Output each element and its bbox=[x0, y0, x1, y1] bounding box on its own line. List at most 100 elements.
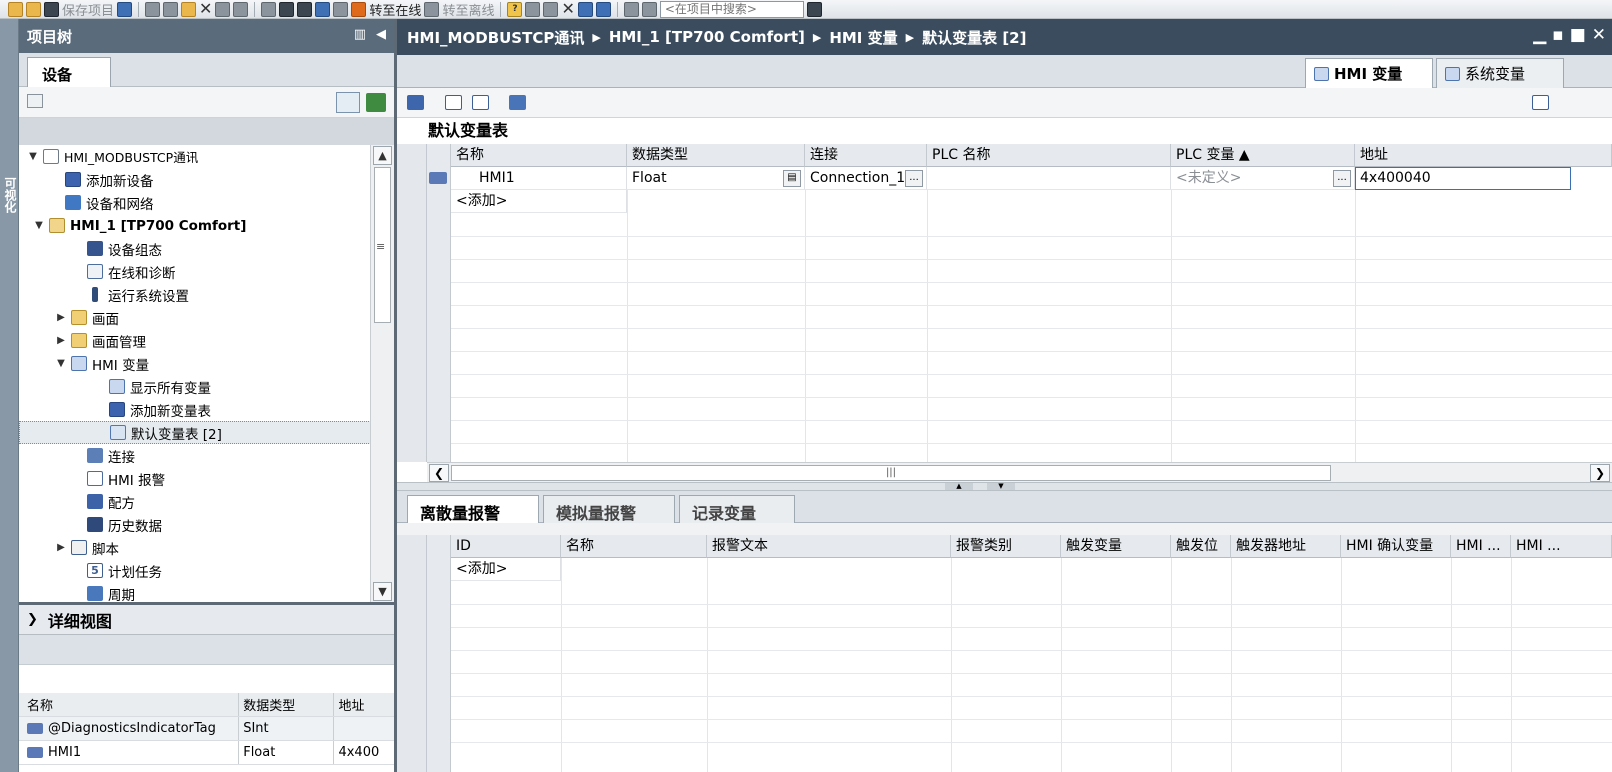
splitter-down-icon[interactable]: ▼ bbox=[987, 483, 1015, 490]
tree-item[interactable]: 默认变量表 [2] bbox=[19, 421, 371, 444]
tree-vertical-scrollbar[interactable]: ▲ ≡ ▼ bbox=[370, 145, 394, 602]
compare-icon[interactable] bbox=[543, 1, 559, 17]
table-row[interactable]: HMI1 Float ▤ Connection_1 ... <未定义> ... … bbox=[397, 167, 1612, 190]
start-simulation-icon[interactable] bbox=[333, 1, 349, 17]
overview-view-icon[interactable] bbox=[336, 92, 360, 113]
minimize-icon[interactable]: ▁ bbox=[1533, 25, 1546, 45]
col-plc-tag[interactable]: PLC 变量 ▲ bbox=[1171, 144, 1355, 167]
maximize-area-icon[interactable] bbox=[623, 1, 639, 17]
print-icon[interactable] bbox=[117, 1, 133, 17]
details-col-type[interactable]: 数据类型 bbox=[239, 693, 335, 716]
close-icon[interactable]: ✕ bbox=[1592, 25, 1606, 45]
scroll-down-icon[interactable]: ▼ bbox=[373, 582, 392, 601]
connection-browse-button[interactable]: ... bbox=[905, 170, 923, 187]
col-trigger-bit[interactable]: 触发位 bbox=[1171, 535, 1231, 558]
cell-data-type[interactable]: Float bbox=[627, 167, 805, 190]
cell-plc-tag[interactable]: <未定义> bbox=[1171, 167, 1355, 190]
copy-icon[interactable] bbox=[163, 1, 179, 17]
tree-item[interactable]: ▶ 画面管理 bbox=[19, 329, 371, 352]
tree-item[interactable]: 周期 bbox=[19, 582, 371, 602]
undo-icon[interactable] bbox=[215, 1, 231, 17]
tab-system-tags[interactable]: 系统变量 bbox=[1436, 58, 1564, 88]
compile-icon[interactable] bbox=[261, 1, 277, 17]
splitter-up-icon[interactable]: ▲ bbox=[945, 483, 973, 490]
chevron-down-icon[interactable]: ❯ bbox=[27, 612, 38, 627]
expand-right-icon[interactable]: ▶ bbox=[55, 542, 67, 553]
go-offline-button[interactable]: 转至离线 bbox=[442, 0, 494, 19]
tree-item[interactable]: 在线和诊断 bbox=[19, 260, 371, 283]
breadcrumb-tag-table[interactable]: 默认变量表 [2] bbox=[922, 27, 1026, 48]
details-col-name[interactable]: 名称 bbox=[19, 693, 240, 716]
save-project-button[interactable]: 保存项目 bbox=[62, 0, 114, 19]
col-alarm-id[interactable]: ID bbox=[451, 535, 561, 558]
tab-logging-tags[interactable]: 记录变量 bbox=[679, 495, 795, 523]
binoculars-search-icon[interactable] bbox=[806, 1, 822, 17]
simulation-icon[interactable] bbox=[315, 1, 331, 17]
tree-item[interactable]: 历史数据 bbox=[19, 513, 371, 536]
collapse-panel-icon[interactable]: ◀ bbox=[376, 27, 386, 42]
col-alarm-name[interactable]: 名称 bbox=[561, 535, 707, 558]
go-online-icon[interactable] bbox=[351, 1, 367, 17]
col-alarm-text[interactable]: 报警文本 bbox=[707, 535, 951, 558]
details-col-address[interactable]: 地址 bbox=[334, 693, 394, 716]
scroll-right-icon[interactable]: ❯ bbox=[1590, 464, 1610, 482]
col-trigger-address[interactable]: 触发器地址 bbox=[1231, 535, 1341, 558]
reset-layout-icon[interactable] bbox=[641, 1, 657, 17]
tree-item[interactable]: 配方 bbox=[19, 490, 371, 513]
float-icon[interactable]: ▪ bbox=[1552, 25, 1564, 45]
col-hmi-ack-tag[interactable]: HMI 确认变量 bbox=[1341, 535, 1451, 558]
col-hmi-more-2[interactable]: HMI ... bbox=[1511, 535, 1612, 558]
tree-item[interactable]: HMI 报警 bbox=[19, 467, 371, 490]
expand-right-icon[interactable]: ▶ bbox=[55, 312, 67, 323]
fill-icon[interactable] bbox=[509, 95, 526, 110]
col-data-type[interactable]: 数据类型 bbox=[627, 144, 805, 167]
tree-view-icon[interactable] bbox=[366, 93, 386, 112]
cell-name[interactable]: HMI1 bbox=[451, 167, 627, 190]
project-search-input[interactable] bbox=[659, 0, 804, 18]
breadcrumb-device[interactable]: HMI_1 [TP700 Comfort] bbox=[609, 28, 805, 46]
expand-down-icon[interactable]: ▼ bbox=[33, 220, 45, 231]
maximize-icon[interactable]: ■ bbox=[1570, 25, 1586, 45]
tree-item[interactable]: 连接 bbox=[19, 444, 371, 467]
tree-item[interactable]: 设备组态 bbox=[19, 237, 371, 260]
plc-tag-browse-button[interactable]: ... bbox=[1333, 170, 1351, 187]
col-plc-name[interactable]: PLC 名称 bbox=[927, 144, 1171, 167]
breadcrumb-project[interactable]: HMI_MODBUSTCP通讯 bbox=[407, 27, 584, 48]
download-icon[interactable] bbox=[279, 1, 295, 17]
cut-icon[interactable] bbox=[145, 1, 161, 17]
tab-hmi-tags[interactable]: HMI 变量 bbox=[1305, 58, 1433, 88]
tree-item[interactable]: 运行系统设置 bbox=[19, 283, 371, 306]
tree-item[interactable]: ▼ HMI 变量 bbox=[19, 352, 371, 375]
pane-splitter[interactable]: ▲ ▼ bbox=[397, 482, 1612, 491]
accessible-devices-icon[interactable]: ? bbox=[507, 1, 523, 17]
cell-plc-name[interactable] bbox=[927, 167, 1171, 190]
cross-reference-icon[interactable] bbox=[525, 1, 541, 17]
address-input[interactable]: 4x400040 bbox=[1355, 167, 1571, 190]
new-project-icon[interactable] bbox=[8, 1, 23, 17]
redo-icon[interactable] bbox=[233, 1, 249, 17]
upload-icon[interactable] bbox=[297, 1, 313, 17]
add-alarm-row[interactable]: <添加> bbox=[451, 558, 561, 581]
horizontal-scrollbar[interactable]: ❮ ||| ❯ bbox=[427, 462, 1612, 482]
save-icon[interactable] bbox=[44, 1, 59, 17]
scroll-up-icon[interactable]: ▲ bbox=[373, 146, 392, 165]
data-type-dropdown-icon[interactable]: ▤ bbox=[783, 170, 801, 187]
import-icon[interactable] bbox=[472, 95, 489, 110]
tree-item[interactable]: 添加新设备 bbox=[19, 168, 371, 191]
split-horizontal-icon[interactable] bbox=[577, 1, 593, 17]
tree-item[interactable]: 5 计划任务 bbox=[19, 559, 371, 582]
tree-item[interactable]: 设备和网络 bbox=[19, 191, 371, 214]
expand-down-icon[interactable]: ▼ bbox=[55, 358, 67, 369]
go-online-button[interactable]: 转至在线 bbox=[369, 0, 421, 19]
table-row[interactable]: HMI1 Float 4x400 bbox=[19, 741, 394, 765]
paste-icon[interactable] bbox=[181, 1, 197, 17]
tree-item[interactable]: ▼ HMI_MODBUSTCP通讯 bbox=[19, 145, 371, 168]
col-hmi-more-1[interactable]: HMI ... bbox=[1451, 535, 1511, 558]
col-connection[interactable]: 连接 bbox=[805, 144, 927, 167]
tree-item[interactable]: ▶ 画面 bbox=[19, 306, 371, 329]
tab-discrete-alarms[interactable]: 离散量报警 bbox=[407, 495, 539, 523]
col-trigger-tag[interactable]: 触发变量 bbox=[1061, 535, 1171, 558]
scroll-left-icon[interactable]: ❮ bbox=[429, 464, 449, 482]
tab-analog-alarms[interactable]: 模拟量报警 bbox=[543, 495, 675, 523]
split-vertical-icon[interactable] bbox=[595, 1, 611, 17]
